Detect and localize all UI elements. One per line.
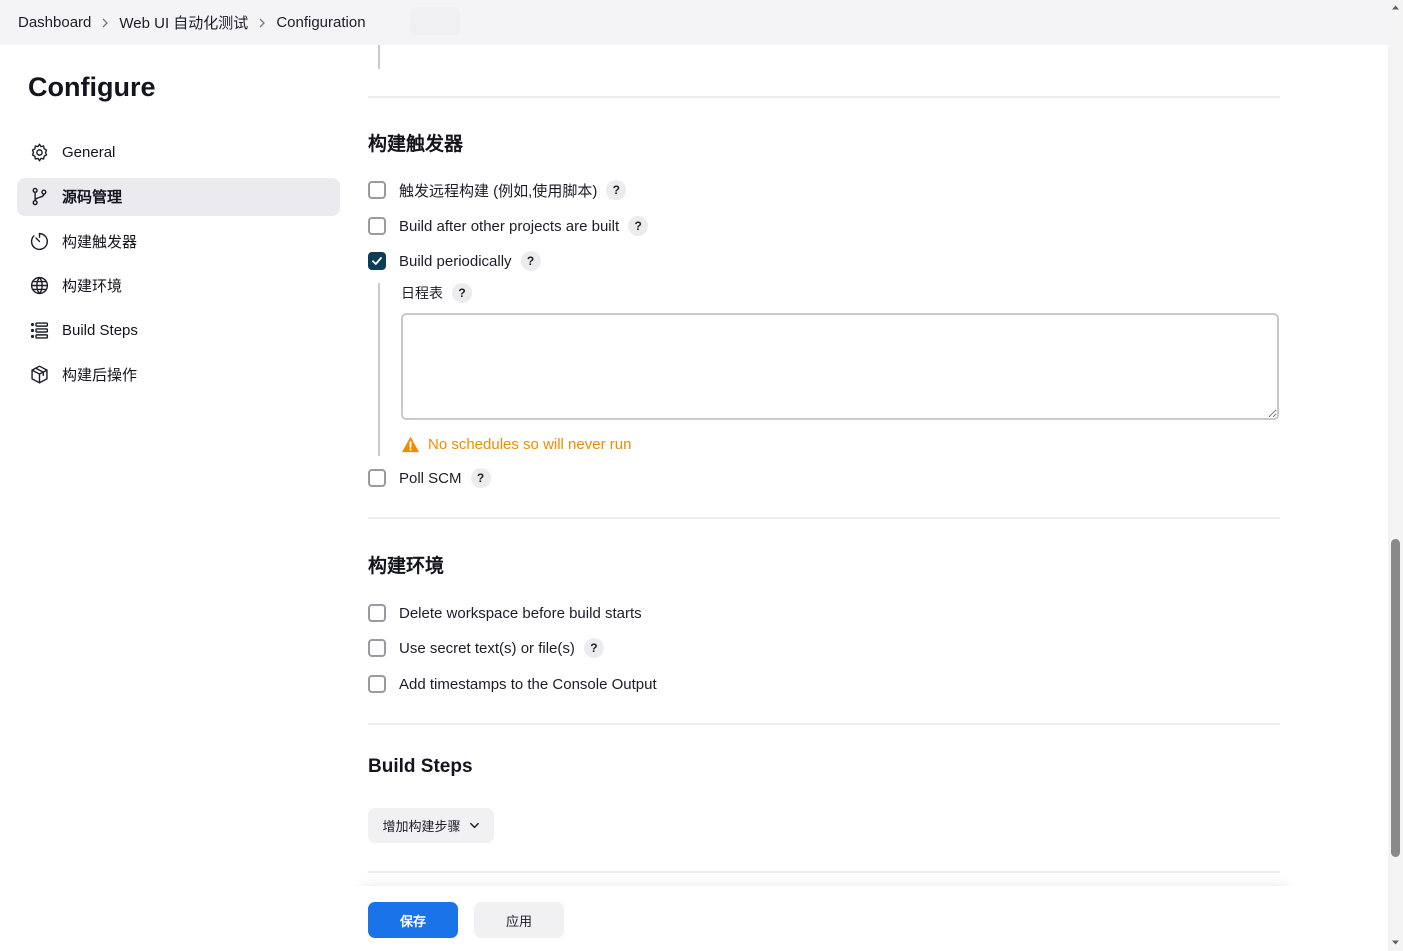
list-icon [28, 319, 50, 341]
section-divider [368, 871, 1280, 873]
breadcrumb-bar: Dashboard Web UI 自动化测试 Configuration [0, 0, 1388, 45]
breadcrumb: Dashboard Web UI 自动化测试 Configuration [18, 0, 366, 45]
sidebar-item-build-steps[interactable]: Build Steps [17, 311, 340, 349]
section-title-build-environment: 构建环境 [368, 556, 445, 577]
schedule-label-row: 日程表 ? [401, 283, 472, 303]
apply-button[interactable]: 应用 [474, 902, 564, 938]
env-delete-workspace-label[interactable]: Delete workspace before build starts [399, 605, 642, 622]
package-icon [28, 364, 50, 386]
sidebar-item-build-triggers[interactable]: 构建触发器 [17, 222, 340, 260]
schedule-warning: No schedules so will never run [401, 433, 631, 455]
obscured-dropdown-button [410, 7, 460, 35]
add-build-step-button[interactable]: 增加构建步骤 [368, 808, 494, 843]
chevron-right-icon [91, 18, 119, 28]
env-secret-checkbox[interactable] [368, 639, 386, 657]
trigger-remote-label[interactable]: 触发远程构建 (例如,使用脚本) [399, 180, 597, 201]
branch-icon [28, 186, 50, 208]
env-timestamps-label[interactable]: Add timestamps to the Console Output [399, 676, 657, 693]
trigger-poll-scm-checkbox[interactable] [368, 469, 386, 487]
trigger-after-other-option: Build after other projects are built ? [368, 215, 649, 237]
help-icon[interactable]: ? [583, 638, 604, 658]
checkmark-icon [372, 257, 382, 265]
breadcrumb-project[interactable]: Web UI 自动化测试 [119, 12, 248, 33]
sidebar-item-label: 构建触发器 [62, 233, 138, 251]
scroll-up-arrow-icon[interactable] [1391, 3, 1400, 12]
env-delete-workspace-option: Delete workspace before build starts [368, 602, 642, 624]
trigger-periodically-label[interactable]: Build periodically [399, 253, 512, 270]
env-timestamps-checkbox[interactable] [368, 675, 386, 693]
sidebar-nav: General 源码管理 构建触发器 构建环境 Build Steps 构建后操… [17, 133, 340, 401]
nested-options-line [378, 283, 380, 456]
trigger-remote-option: 触发远程构建 (例如,使用脚本) ? [368, 179, 627, 201]
trigger-periodically-checkbox[interactable] [368, 252, 386, 270]
help-icon[interactable]: ? [606, 180, 627, 200]
help-icon[interactable]: ? [628, 216, 649, 236]
sidebar-item-post-build[interactable]: 构建后操作 [17, 356, 340, 394]
sidebar-item-label: 源码管理 [62, 189, 123, 207]
help-icon[interactable]: ? [452, 283, 472, 303]
scroll-down-arrow-icon[interactable] [1391, 938, 1400, 947]
breadcrumb-dashboard[interactable]: Dashboard [18, 14, 91, 31]
section-divider [368, 517, 1280, 519]
breadcrumb-configuration[interactable]: Configuration [276, 14, 365, 31]
page-title: Configure [28, 72, 156, 102]
env-secret-label[interactable]: Use secret text(s) or file(s) [399, 640, 575, 657]
scrollbar-thumb[interactable] [1391, 539, 1400, 857]
trigger-poll-scm-label[interactable]: Poll SCM [399, 470, 462, 487]
trigger-periodically-option: Build periodically ? [368, 250, 541, 272]
section-divider [368, 723, 1280, 725]
globe-icon [28, 275, 50, 297]
trigger-after-other-checkbox[interactable] [368, 217, 386, 235]
schedule-warning-text: No schedules so will never run [428, 435, 632, 453]
schedule-textarea[interactable] [401, 313, 1279, 420]
sidebar-item-label: 构建后操作 [62, 367, 138, 385]
add-build-step-label: 增加构建步骤 [382, 819, 461, 834]
env-secret-option: Use secret text(s) or file(s) ? [368, 637, 604, 659]
save-button[interactable]: 保存 [368, 902, 458, 938]
help-icon[interactable]: ? [520, 251, 541, 271]
env-delete-workspace-checkbox[interactable] [368, 604, 386, 622]
nested-section-line [378, 45, 380, 69]
trigger-remote-checkbox[interactable] [368, 181, 386, 199]
warning-icon [401, 436, 420, 452]
sidebar-item-label: 构建环境 [62, 278, 123, 296]
timer-icon [28, 230, 50, 252]
sidebar-item-label: Build Steps [62, 321, 138, 339]
gear-icon [28, 141, 50, 163]
sidebar-item-build-environment[interactable]: 构建环境 [17, 267, 340, 305]
trigger-poll-scm-option: Poll SCM ? [368, 467, 491, 489]
env-timestamps-option: Add timestamps to the Console Output [368, 673, 657, 695]
sidebar-item-general[interactable]: General [17, 133, 340, 171]
schedule-label: 日程表 [401, 285, 443, 301]
sidebar-item-label: General [62, 143, 116, 161]
chevron-down-icon [469, 822, 479, 829]
trigger-after-other-label[interactable]: Build after other projects are built [399, 218, 619, 235]
help-icon[interactable]: ? [470, 468, 491, 488]
sidebar-item-source-control[interactable]: 源码管理 [17, 177, 340, 216]
section-title-build-steps: Build Steps [368, 756, 473, 777]
section-title-build-triggers: 构建触发器 [368, 134, 464, 155]
chevron-right-icon [248, 18, 276, 28]
section-divider [368, 96, 1280, 98]
